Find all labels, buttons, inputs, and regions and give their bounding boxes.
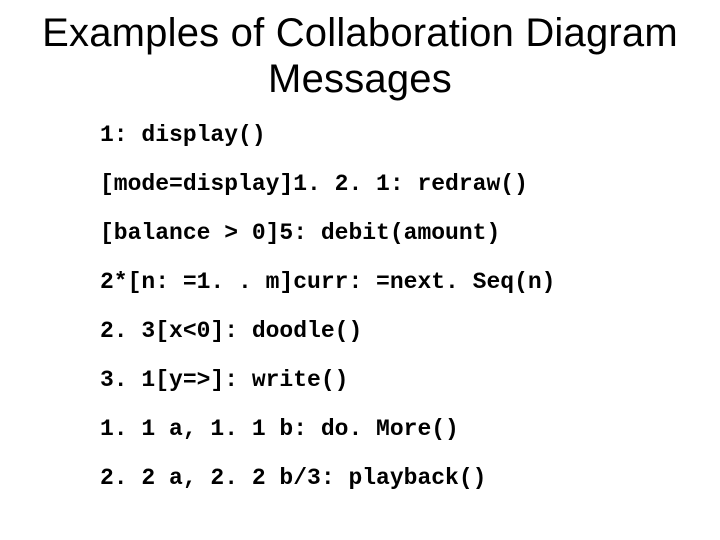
slide: Examples of Collaboration Diagram Messag…	[0, 0, 720, 540]
slide-title: Examples of Collaboration Diagram Messag…	[20, 10, 700, 102]
example-item: 2. 3[x<0]: doodle()	[100, 320, 700, 343]
example-item: [balance > 0]5: debit(amount)	[100, 222, 700, 245]
example-item: 1: display()	[100, 124, 700, 147]
example-item: 3. 1[y=>]: write()	[100, 369, 700, 392]
example-item: 2*[n: =1. . m]curr: =next. Seq(n)	[100, 271, 700, 294]
examples-list: 1: display() [mode=display]1. 2. 1: redr…	[100, 124, 700, 490]
example-item: 2. 2 a, 2. 2 b/3: playback()	[100, 467, 700, 490]
example-item: 1. 1 a, 1. 1 b: do. More()	[100, 418, 700, 441]
example-item: [mode=display]1. 2. 1: redraw()	[100, 173, 700, 196]
